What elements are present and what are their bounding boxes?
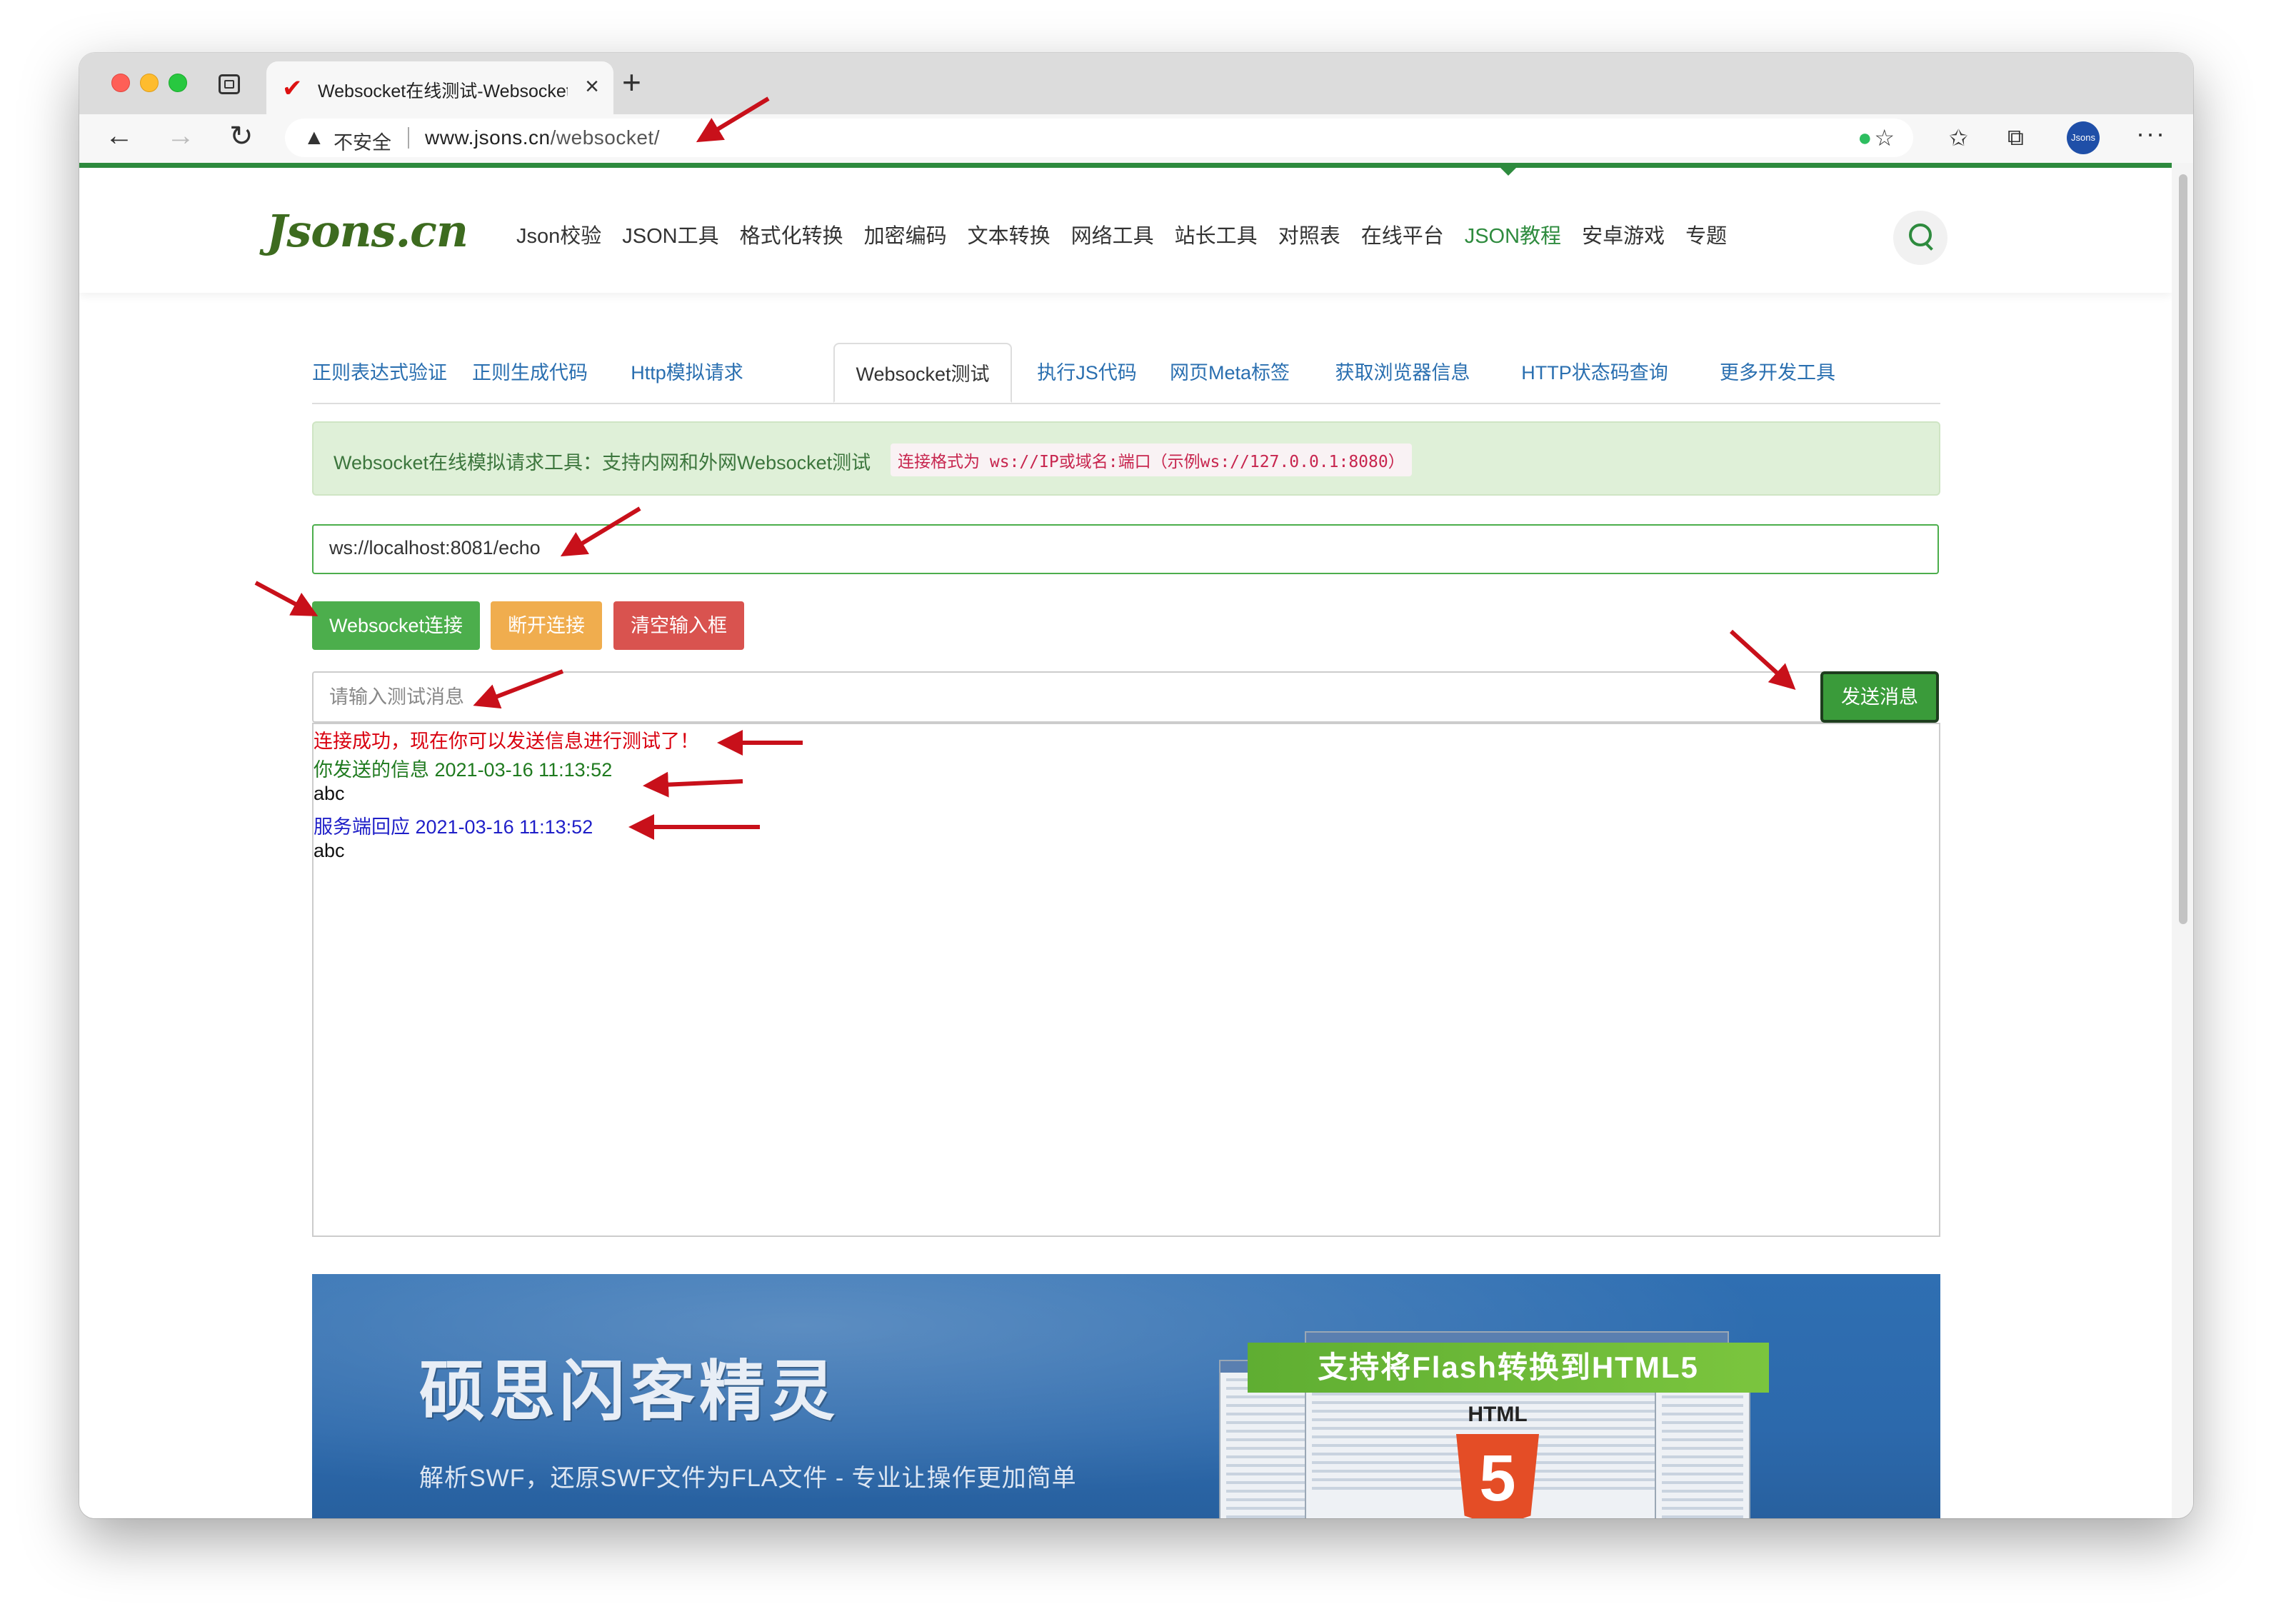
reload-icon[interactable]: ↻ [229,120,254,153]
alert-text: Websocket在线模拟请求工具：支持内网和外网Websocket测试 [334,452,871,473]
search-icon [1909,224,1932,246]
site-favicon-icon: ✔ [282,75,303,102]
banner-title: 硕思闪客精灵 [419,1353,840,1430]
html5-shield: 5 [1456,1434,1539,1518]
websocket-url-field[interactable] [312,524,1939,574]
log-line: 服务端回应 2021-03-16 11:13:52 [314,816,593,838]
tab-regex-validate[interactable]: 正则表达式验证 [312,343,447,403]
security-status[interactable]: 不安全 [334,127,391,155]
info-alert: Websocket在线模拟请求工具：支持内网和外网Websocket测试 连接格… [312,421,1940,496]
back-arrow-icon[interactable]: ← [105,120,134,152]
tab-more-tools[interactable]: 更多开发工具 [1706,343,1849,403]
search-button[interactable] [1893,211,1947,265]
nav-item-topics[interactable]: 专题 [1685,219,1727,249]
favorites-icon[interactable]: ✩ [1949,124,1968,151]
tab-meta-tags[interactable]: 网页Meta标签 [1162,343,1298,403]
address-bar[interactable]: ▲ 不安全 www.jsons.cn/websocket/ ☆ [285,119,1913,157]
nav-item-json-validate[interactable]: Json校验 [516,219,601,249]
page-scrollbar-thumb[interactable] [2179,174,2187,924]
log-line: 你发送的信息 2021-03-16 11:13:52 [314,759,613,781]
forward-arrow-icon[interactable]: → [166,120,195,152]
nav-item-android-games[interactable]: 安卓游戏 [1582,219,1665,249]
alert-code: 连接格式为 ws://IP或域名:端口（示例ws://127.0.0.1:808… [891,443,1412,476]
ad-banner[interactable]: 硕思闪客精灵 解析SWF，还原SWF文件为FLA文件 - 专业让操作更加简单 支… [312,1274,1940,1518]
nav-item-json-tutorial[interactable]: JSON教程 [1465,219,1561,249]
html5-label: HTML [1468,1403,1528,1426]
site-header: Jsons.cn Json校验 JSON工具 格式化转换 加密编码 文本转换 网… [79,168,2172,293]
tab-http-request[interactable]: Http模拟请求 [619,343,755,403]
tab-run-js[interactable]: 执行JS代码 [1033,343,1140,403]
window-minimize-button[interactable] [140,74,159,92]
url-text[interactable]: www.jsons.cn/websocket/ [425,126,660,149]
connect-button[interactable]: Websocket连接 [312,601,481,650]
log-line: abc [314,840,345,861]
nav-item-network-tools[interactable]: 网络工具 [1071,219,1154,249]
tab-http-status[interactable]: HTTP状态码查询 [1509,343,1680,403]
web-page: Jsons.cn Json校验 JSON工具 格式化转换 加密编码 文本转换 网… [79,163,2172,1518]
tab-title: Websocket在线测试-Websocket [318,81,568,101]
message-field[interactable] [312,671,1892,723]
site-logo[interactable]: Jsons.cn [266,205,468,257]
banner-subtitle: 解析SWF，还原SWF文件为FLA文件 - 专业让操作更加简单 [419,1465,1077,1492]
html5-logo-icon: HTML 5 [1440,1403,1555,1518]
message-input[interactable] [328,673,1866,721]
tab-websocket-test[interactable]: Websocket测试 [833,343,1012,403]
log-line: abc [314,783,345,804]
tab-browser-info[interactable]: 获取浏览器信息 [1320,343,1485,403]
send-message-button[interactable]: 发送消息 [1820,671,1939,723]
disconnect-button[interactable]: 断开连接 [491,601,602,650]
nav-item-webmaster-tools[interactable]: 站长工具 [1175,219,1258,249]
main-navigation: Json校验 JSON工具 格式化转换 加密编码 文本转换 网络工具 站长工具 … [516,219,1748,249]
url-host: www.jsons.cn [425,126,551,149]
nav-active-caret-icon [1500,168,1516,176]
nav-item-online-platform[interactable]: 在线平台 [1361,219,1444,249]
nav-item-format-convert[interactable]: 格式化转换 [740,219,843,249]
search-icon-handle [1925,242,1933,251]
new-tab-button[interactable]: + [622,63,641,101]
omnibox-divider [408,127,409,149]
window-zoom-button[interactable] [169,74,187,92]
add-favorite-star-icon[interactable]: ☆ [1874,124,1895,151]
evernote-extension-icon[interactable]: ● [1858,124,1873,152]
tool-tabs: 正则表达式验证 正则生成代码 Http模拟请求 Websocket测试 执行JS… [312,343,1940,404]
warning-icon[interactable]: ▲ [304,126,325,150]
banner-ribbon: 支持将Flash转换到HTML5 [1248,1343,1769,1393]
message-log[interactable]: 连接成功，现在你可以发送信息进行测试了！ 你发送的信息 2021-03-16 1… [312,723,1940,1237]
tab-actions-icon[interactable] [219,74,240,94]
browser-window: ✔ Websocket在线测试-Websocket × + ← → ↻ ▲ 不安… [79,53,2193,1518]
window-close-button[interactable] [111,74,130,92]
websocket-url-input[interactable] [328,526,1902,570]
address-toolbar: ← → ↻ ▲ 不安全 www.jsons.cn/websocket/ ☆ ● … [79,114,2193,163]
profile-avatar[interactable]: Jsons [2067,121,2100,154]
tab-bar: ✔ Websocket在线测试-Websocket × + [79,53,2193,114]
collections-icon[interactable]: ⧉ [2007,124,2024,151]
more-menu-icon[interactable]: ··· [2136,119,2166,149]
tab-regex-codegen[interactable]: 正则生成代码 [469,343,591,403]
message-row: 发送消息 [312,671,1940,723]
tab-close-icon[interactable]: × [585,73,599,101]
clear-input-button[interactable]: 清空输入框 [613,601,744,650]
header-accent-line [79,163,2172,168]
nav-item-json-tools[interactable]: JSON工具 [622,219,718,249]
nav-item-text-convert[interactable]: 文本转换 [968,219,1051,249]
url-path: /websocket/ [550,126,660,149]
browser-tab-active[interactable]: ✔ Websocket在线测试-Websocket × [266,61,613,114]
log-line: 连接成功，现在你可以发送信息进行测试了！ [314,731,699,752]
nav-item-reference-tables[interactable]: 对照表 [1278,219,1340,249]
nav-item-encrypt-encode[interactable]: 加密编码 [864,219,947,249]
